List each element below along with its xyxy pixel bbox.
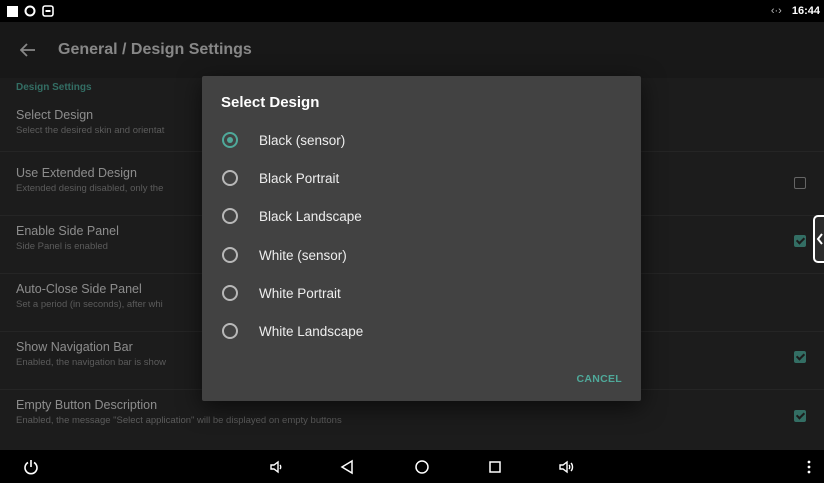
dialog-title: Select Design <box>221 94 320 111</box>
option-white-sensor[interactable]: White (sensor) <box>202 237 641 273</box>
option-black-sensor[interactable]: Black (sensor) <box>202 122 641 158</box>
option-label: Black Portrait <box>259 170 340 186</box>
cancel-button[interactable]: CANCEL <box>576 373 622 385</box>
option-label: Black (sensor) <box>259 132 346 148</box>
option-black-landscape[interactable]: Black Landscape <box>202 198 641 234</box>
circle-notification-icon <box>24 5 36 17</box>
status-bar-notifications <box>6 5 54 17</box>
volume-down-icon[interactable] <box>268 458 286 476</box>
radio-selected-icon[interactable] <box>222 132 238 148</box>
home-circle-icon[interactable] <box>413 458 431 476</box>
select-design-dialog: Select Design Black (sensor) Black Portr… <box>202 76 641 401</box>
power-icon[interactable] <box>22 458 40 476</box>
vpn-indicator-icon: ‹·› <box>770 5 782 17</box>
chevron-left-icon <box>816 232 824 251</box>
radio-unselected-icon[interactable] <box>222 170 238 186</box>
square-notification-icon <box>6 5 18 17</box>
status-bar: ‹·› 16:44 <box>0 0 824 22</box>
option-label: Black Landscape <box>259 208 362 224</box>
navigation-bar <box>0 450 824 483</box>
option-label: White Portrait <box>259 285 341 301</box>
option-label: White Landscape <box>259 323 364 339</box>
option-black-portrait[interactable]: Black Portrait <box>202 160 641 196</box>
volume-up-icon[interactable] <box>558 458 576 476</box>
radio-unselected-icon[interactable] <box>222 285 238 301</box>
radio-unselected-icon[interactable] <box>222 323 238 339</box>
radio-unselected-icon[interactable] <box>222 208 238 224</box>
status-bar-right: ‹·› 16:44 <box>771 5 820 17</box>
back-triangle-icon[interactable] <box>338 458 356 476</box>
status-bar-time: 16:44 <box>791 5 820 17</box>
overflow-menu-icon[interactable] <box>800 458 818 476</box>
box-notification-icon <box>42 5 54 17</box>
radio-unselected-icon[interactable] <box>222 247 238 263</box>
recents-square-icon[interactable] <box>486 458 504 476</box>
option-white-landscape[interactable]: White Landscape <box>202 313 641 349</box>
option-white-portrait[interactable]: White Portrait <box>202 275 641 311</box>
option-label: White (sensor) <box>259 247 347 263</box>
side-panel-handle[interactable] <box>813 215 824 263</box>
